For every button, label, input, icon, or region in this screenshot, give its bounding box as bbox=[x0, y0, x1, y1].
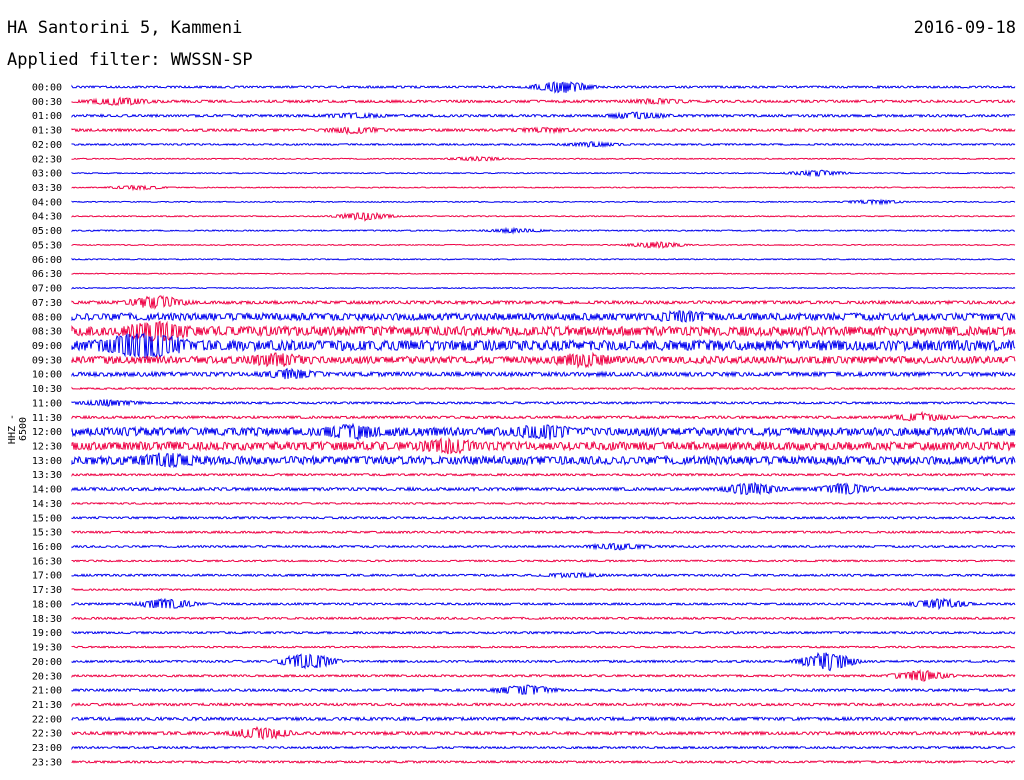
time-label: 23:30 bbox=[32, 757, 62, 768]
time-label: 02:00 bbox=[32, 140, 62, 151]
trace-line bbox=[71, 515, 1016, 520]
time-label: 20:30 bbox=[32, 671, 62, 682]
trace-line bbox=[71, 725, 1016, 741]
trace-line bbox=[71, 272, 1016, 275]
time-label: 19:30 bbox=[32, 643, 62, 654]
time-label: 01:00 bbox=[32, 111, 62, 122]
trace-line bbox=[71, 597, 1016, 611]
time-label: 00:00 bbox=[32, 83, 62, 94]
trace-line bbox=[71, 126, 1016, 136]
trace-line bbox=[71, 645, 1016, 649]
time-label: 12:00 bbox=[32, 427, 62, 438]
time-label: 11:30 bbox=[32, 413, 62, 424]
time-label: 10:00 bbox=[32, 370, 62, 381]
trace-line bbox=[71, 501, 1016, 506]
trace-line bbox=[71, 367, 1016, 380]
trace-line bbox=[71, 81, 1016, 94]
trace-line bbox=[71, 286, 1016, 290]
time-label: 05:30 bbox=[32, 240, 62, 251]
trace-line bbox=[71, 332, 1016, 360]
time-label: 03:30 bbox=[32, 183, 62, 194]
time-label: 07:00 bbox=[32, 284, 62, 295]
trace-line bbox=[71, 542, 1016, 551]
time-label: 21:00 bbox=[32, 686, 62, 697]
trace-line bbox=[71, 410, 1016, 422]
trace-line bbox=[71, 111, 1016, 120]
trace-line bbox=[71, 759, 1016, 764]
time-label: 14:00 bbox=[32, 485, 62, 496]
time-label: 08:30 bbox=[32, 327, 62, 338]
time-label: 16:00 bbox=[32, 542, 62, 553]
time-label: 03:00 bbox=[32, 169, 62, 180]
trace-line bbox=[71, 386, 1016, 391]
trace-line bbox=[71, 715, 1016, 722]
time-label: 11:00 bbox=[32, 398, 62, 409]
time-label: 16:30 bbox=[32, 556, 62, 567]
time-label: 17:00 bbox=[32, 571, 62, 582]
time-label: 06:30 bbox=[32, 269, 62, 280]
time-label: 00:30 bbox=[32, 97, 62, 108]
time-label: 04:30 bbox=[32, 212, 62, 223]
trace-line bbox=[71, 226, 1016, 235]
trace-line bbox=[71, 684, 1016, 695]
trace-line bbox=[71, 669, 1016, 682]
time-label: 14:30 bbox=[32, 499, 62, 510]
time-label: 09:00 bbox=[32, 341, 62, 352]
trace-line bbox=[71, 616, 1016, 621]
trace-line bbox=[71, 351, 1016, 369]
trace-line bbox=[71, 587, 1016, 592]
time-label: 13:30 bbox=[32, 470, 62, 481]
time-label: 01:30 bbox=[32, 126, 62, 137]
trace-line bbox=[71, 481, 1016, 496]
time-label: 20:00 bbox=[32, 657, 62, 668]
trace-line bbox=[71, 169, 1016, 178]
trace-line bbox=[71, 155, 1016, 162]
time-label: 07:30 bbox=[32, 298, 62, 309]
time-label: 05:00 bbox=[32, 226, 62, 237]
trace-line bbox=[71, 452, 1016, 469]
trace-line bbox=[71, 211, 1016, 222]
time-label: 13:00 bbox=[32, 456, 62, 467]
time-label: 02:30 bbox=[32, 154, 62, 165]
trace-line bbox=[71, 96, 1016, 107]
time-label: 23:00 bbox=[32, 743, 62, 754]
trace-line bbox=[71, 472, 1016, 477]
trace-line bbox=[71, 559, 1016, 563]
time-label: 19:00 bbox=[32, 628, 62, 639]
time-label: 15:00 bbox=[32, 513, 62, 524]
time-label: 17:30 bbox=[32, 585, 62, 596]
time-label: 18:00 bbox=[32, 599, 62, 610]
seismogram-plot: 00:00 00:30 01:00 01:30 02:00 02:30 03:00 03:30… bbox=[32, 81, 1016, 768]
trace-line bbox=[71, 184, 1016, 192]
time-label: 22:30 bbox=[32, 729, 62, 740]
time-label: 12:30 bbox=[32, 442, 62, 453]
trace-line bbox=[71, 530, 1016, 535]
time-label: 15:30 bbox=[32, 528, 62, 539]
trace-line bbox=[71, 702, 1016, 708]
trace-line bbox=[71, 399, 1016, 407]
trace-line bbox=[71, 422, 1016, 442]
trace-line bbox=[71, 295, 1016, 310]
time-label: 18:30 bbox=[32, 614, 62, 625]
trace-line bbox=[71, 241, 1016, 249]
time-label: 21:30 bbox=[32, 700, 62, 711]
time-label: 10:30 bbox=[32, 384, 62, 395]
trace-line bbox=[71, 198, 1016, 206]
trace-line bbox=[71, 571, 1016, 579]
time-label: 08:00 bbox=[32, 312, 62, 323]
trace-line bbox=[71, 651, 1016, 672]
trace-line bbox=[71, 630, 1016, 635]
trace-line bbox=[71, 437, 1016, 455]
trace-line bbox=[71, 320, 1016, 342]
time-label: 04:00 bbox=[32, 197, 62, 208]
trace-line bbox=[71, 309, 1016, 323]
trace-line bbox=[71, 140, 1016, 148]
trace-line bbox=[71, 745, 1016, 751]
time-label: 09:30 bbox=[32, 355, 62, 366]
trace-line bbox=[71, 257, 1015, 261]
time-label: 22:00 bbox=[32, 714, 62, 725]
time-label: 06:00 bbox=[32, 255, 62, 266]
